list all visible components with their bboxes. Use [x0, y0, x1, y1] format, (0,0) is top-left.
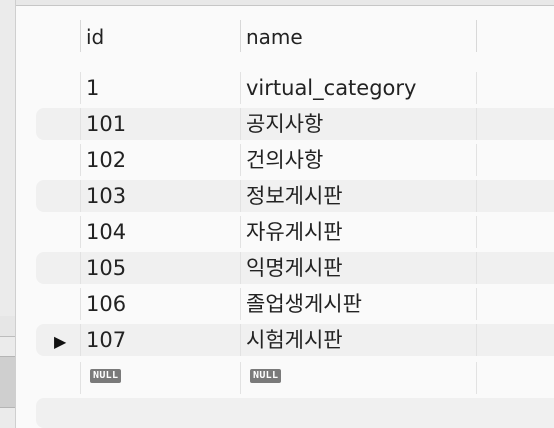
cell-divider [476, 362, 477, 394]
cell-divider [80, 108, 81, 140]
left-panel-edge [0, 0, 16, 428]
table-row-selected[interactable]: 107 시험게시판 [36, 324, 554, 356]
grid-header: id name [16, 18, 554, 54]
cell-name[interactable]: 공지사항 [246, 111, 323, 137]
cell-id[interactable]: 103 [86, 183, 126, 209]
cell-divider [240, 72, 241, 104]
null-badge[interactable]: NULL [90, 369, 122, 383]
row-pointer-icon: ▶ [54, 332, 67, 351]
cell-divider [80, 216, 81, 248]
cell-divider [80, 362, 81, 394]
null-badge[interactable]: NULL [250, 369, 282, 383]
cell-divider [240, 216, 241, 248]
cell-divider [240, 144, 241, 176]
empty-row [36, 398, 554, 428]
table-row[interactable]: 102 건의사항 [36, 144, 554, 176]
results-grid: id name 1 virtual_category 101 공지사항 102 … [16, 6, 554, 428]
cell-divider [80, 72, 81, 104]
cell-divider [476, 216, 477, 248]
table-row[interactable]: 103 정보게시판 [36, 180, 554, 212]
cell-divider [240, 108, 241, 140]
cell-divider [240, 180, 241, 212]
column-divider[interactable] [80, 20, 81, 52]
cell-divider [476, 252, 477, 284]
table-row[interactable]: 105 익명게시판 [36, 252, 554, 284]
left-panel-segment [0, 316, 15, 337]
cell-id[interactable]: 105 [86, 255, 126, 281]
cell-divider [476, 108, 477, 140]
cell-divider [240, 288, 241, 320]
cell-divider [476, 324, 477, 356]
cell-name[interactable]: virtual_category [246, 75, 416, 101]
table-row-new[interactable]: NULL NULL [36, 362, 554, 394]
cell-divider [80, 288, 81, 320]
table-row[interactable]: 106 졸업생게시판 [36, 288, 554, 320]
column-header-id[interactable]: id [86, 24, 104, 50]
cell-id[interactable]: 107 [86, 327, 126, 353]
cell-name[interactable]: 시험게시판 [246, 327, 343, 353]
table-row[interactable]: 104 자유게시판 [36, 216, 554, 248]
cell-name[interactable]: 건의사항 [246, 147, 323, 173]
column-divider[interactable] [240, 20, 241, 52]
cell-name[interactable]: 자유게시판 [246, 219, 343, 245]
left-panel-segment [0, 356, 15, 408]
table-row[interactable]: 101 공지사항 [36, 108, 554, 140]
cell-name[interactable]: 정보게시판 [246, 183, 343, 209]
cell-divider [80, 252, 81, 284]
cell-divider [240, 252, 241, 284]
column-divider[interactable] [476, 20, 477, 52]
cell-id[interactable]: 106 [86, 291, 126, 317]
column-header-name[interactable]: name [246, 24, 303, 50]
cell-divider [476, 180, 477, 212]
cell-divider [476, 144, 477, 176]
cell-divider [476, 288, 477, 320]
cell-id[interactable]: 104 [86, 219, 126, 245]
cell-divider [240, 324, 241, 356]
cell-divider [80, 144, 81, 176]
cell-divider [476, 72, 477, 104]
cell-id[interactable]: 1 [86, 75, 99, 101]
cell-divider [80, 180, 81, 212]
cell-id[interactable]: 101 [86, 111, 126, 137]
cell-divider [240, 362, 241, 394]
cell-name[interactable]: 익명게시판 [246, 255, 343, 281]
cell-id[interactable]: 102 [86, 147, 126, 173]
cell-divider [80, 324, 81, 356]
cell-name[interactable]: 졸업생게시판 [246, 291, 362, 317]
table-row[interactable]: 1 virtual_category [36, 72, 554, 104]
